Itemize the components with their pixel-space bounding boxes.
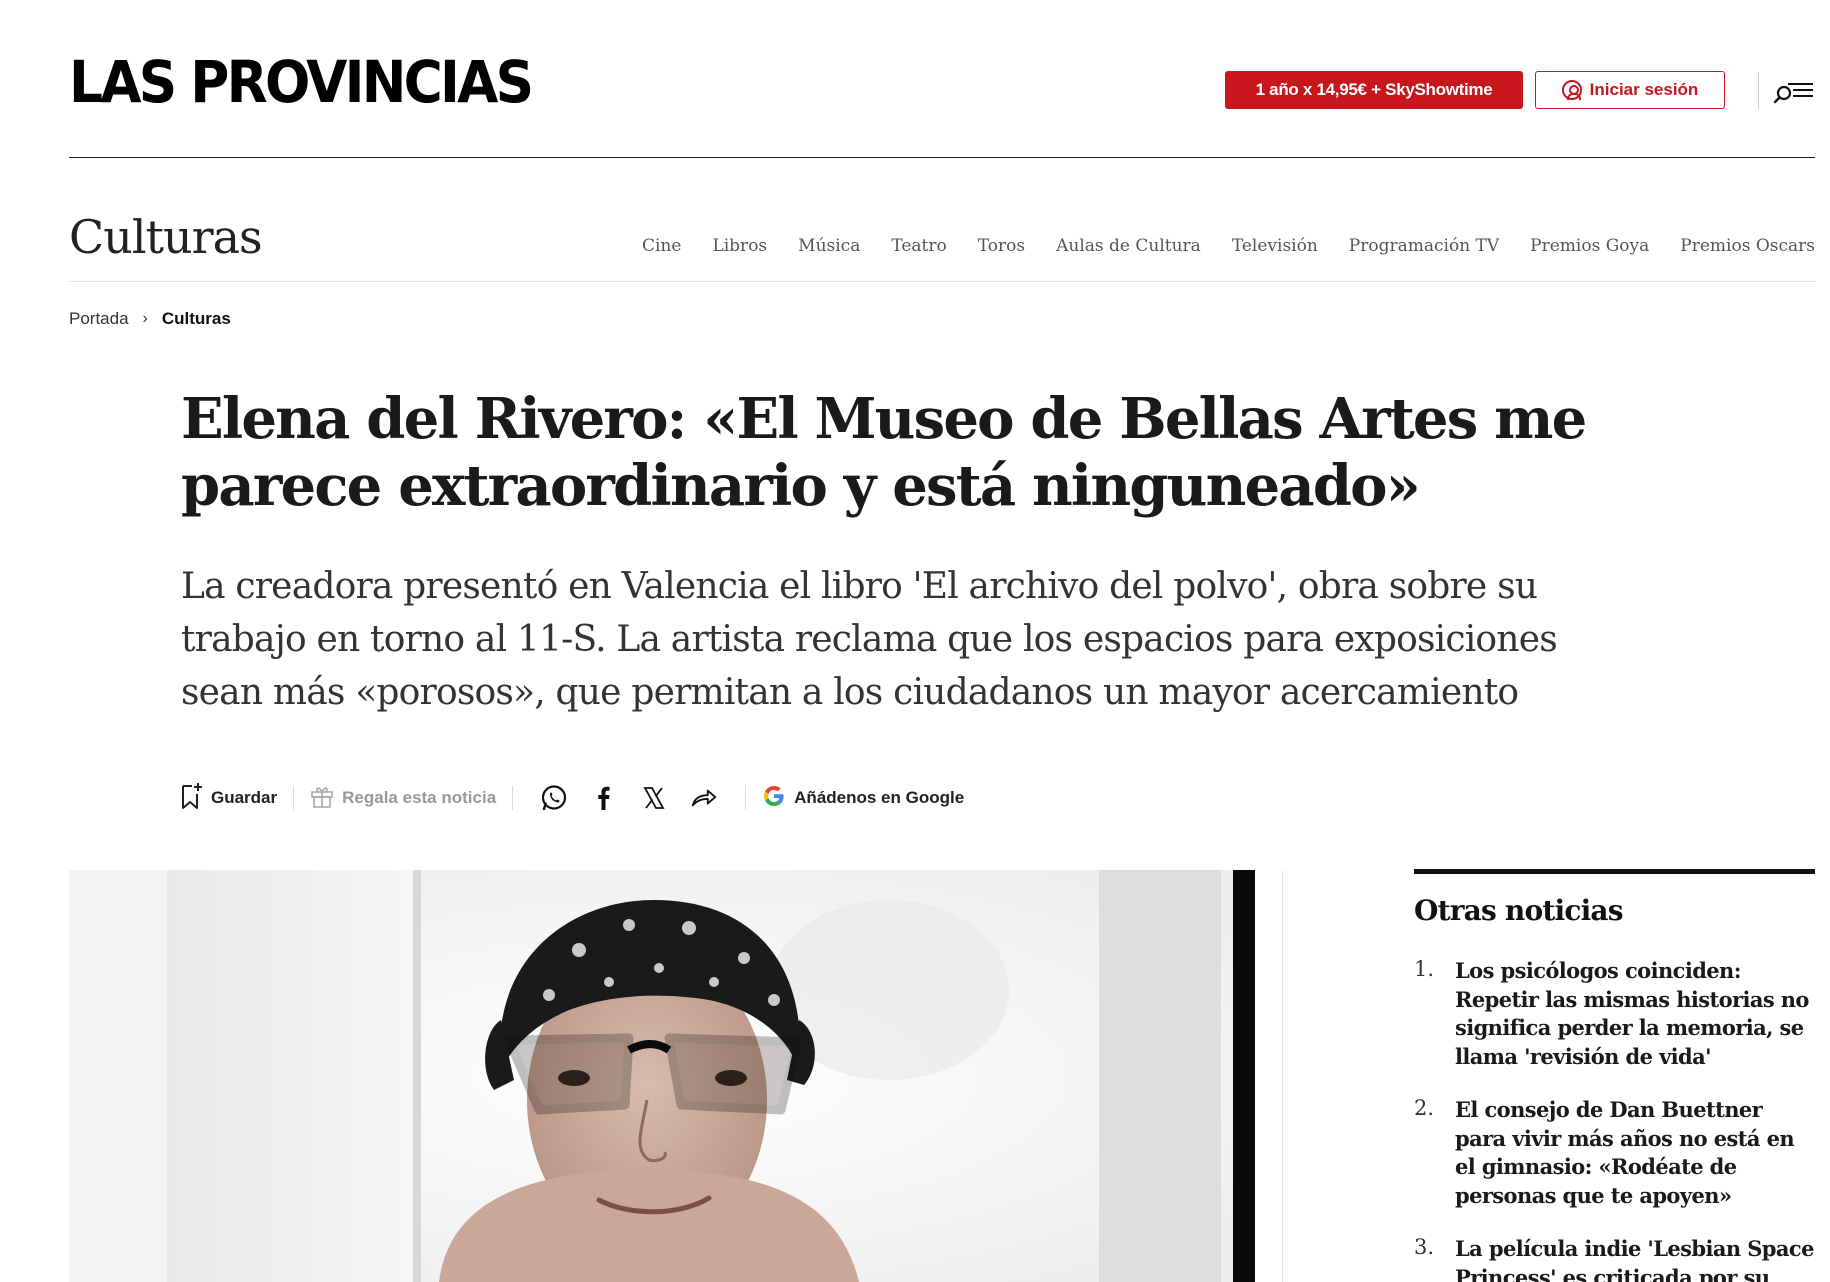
- divider: [512, 786, 514, 810]
- divider: [293, 786, 295, 810]
- subnav-cine[interactable]: Cine: [642, 236, 681, 256]
- list-item-number: 2.: [1414, 1096, 1435, 1120]
- gift-label: Regala esta noticia: [342, 788, 497, 807]
- subnav-premios-goya[interactable]: Premios Goya: [1530, 236, 1649, 256]
- divider: [745, 786, 747, 810]
- gift-article-button[interactable]: Regala esta noticia: [310, 784, 496, 813]
- site-logo[interactable]: LAS PROVINCIAS: [69, 48, 534, 116]
- save-label: Guardar: [211, 788, 278, 807]
- search-menu-icon[interactable]: [1773, 76, 1815, 108]
- chevron-right-icon: ›: [142, 310, 148, 327]
- breadcrumb-current[interactable]: Culturas: [162, 309, 231, 329]
- list-item-link[interactable]: El consejo de Dan Buettner para vivir má…: [1455, 1096, 1815, 1210]
- list-item-link[interactable]: Los psicólogos coinciden: Repetir las mi…: [1455, 957, 1815, 1071]
- list-item[interactable]: 1. Los psicólogos coinciden: Repetir las…: [1414, 957, 1815, 1071]
- subnav-musica[interactable]: Música: [798, 236, 860, 256]
- breadcrumb: Portada › Culturas: [69, 309, 231, 329]
- google-icon: [762, 784, 786, 813]
- share-arrow-icon[interactable]: [690, 784, 718, 812]
- section-bar: Culturas Cine Libros Música Teatro Toros…: [69, 158, 1815, 282]
- list-item-number: 3.: [1414, 1235, 1435, 1259]
- subnav-libros[interactable]: Libros: [712, 236, 767, 256]
- subnav-toros[interactable]: Toros: [978, 236, 1025, 256]
- gift-icon: [310, 784, 334, 813]
- site-header: LAS PROVINCIAS 1 año x 14,95€ + SkyShowt…: [69, 0, 1815, 158]
- save-button[interactable]: Guardar: [181, 782, 277, 815]
- subnav-television[interactable]: Televisión: [1232, 236, 1318, 256]
- list-item-link[interactable]: La película indie 'Lesbian Space Princes…: [1455, 1235, 1815, 1282]
- article-hero-image[interactable]: [69, 870, 1255, 1282]
- section-title[interactable]: Culturas: [69, 210, 263, 264]
- article-subhead: La creadora presentó en Valencia el libr…: [181, 566, 1558, 713]
- subnav-teatro[interactable]: Teatro: [891, 236, 946, 256]
- list-item-number: 1.: [1414, 957, 1435, 981]
- login-label: Iniciar sesión: [1589, 80, 1699, 99]
- google-label: Añádenos en Google: [794, 788, 965, 807]
- list-item[interactable]: 3. La película indie 'Lesbian Space Prin…: [1414, 1235, 1815, 1282]
- header-divider: [1758, 72, 1759, 110]
- whatsapp-icon[interactable]: [540, 784, 568, 812]
- sidebar-title: Otras noticias: [1414, 894, 1624, 927]
- other-news-list: 1. Los psicólogos coinciden: Repetir las…: [1414, 957, 1815, 1282]
- bookmark-add-icon: [181, 782, 203, 815]
- other-news-sidebar: Otras noticias 1. Los psicólogos coincid…: [1414, 869, 1815, 1282]
- subnav-premios-oscars[interactable]: Premios Oscars: [1680, 236, 1815, 256]
- breadcrumb-home[interactable]: Portada: [69, 309, 129, 329]
- subnav-programacion-tv[interactable]: Programación TV: [1349, 236, 1499, 256]
- subnav-aulas-de-cultura[interactable]: Aulas de Cultura: [1056, 236, 1201, 256]
- add-to-google-button[interactable]: Añádenos en Google: [762, 784, 964, 813]
- facebook-icon[interactable]: [590, 784, 618, 812]
- login-button[interactable]: Iniciar sesión: [1535, 71, 1725, 109]
- user-icon: [1561, 80, 1582, 100]
- section-subnav: Cine Libros Música Teatro Toros Aulas de…: [642, 236, 1815, 256]
- share-bar: Guardar Regala esta noticia Añádenos en …: [181, 780, 964, 816]
- list-item[interactable]: 2. El consejo de Dan Buettner para vivir…: [1414, 1096, 1815, 1210]
- subscription-promo-button[interactable]: 1 año x 14,95€ + SkyShowtime: [1225, 71, 1523, 109]
- content-divider: [1282, 870, 1283, 1282]
- x-twitter-icon[interactable]: [640, 784, 668, 812]
- article-headline: Elena del Rivero: «El Museo de Bellas Ar…: [181, 386, 1587, 519]
